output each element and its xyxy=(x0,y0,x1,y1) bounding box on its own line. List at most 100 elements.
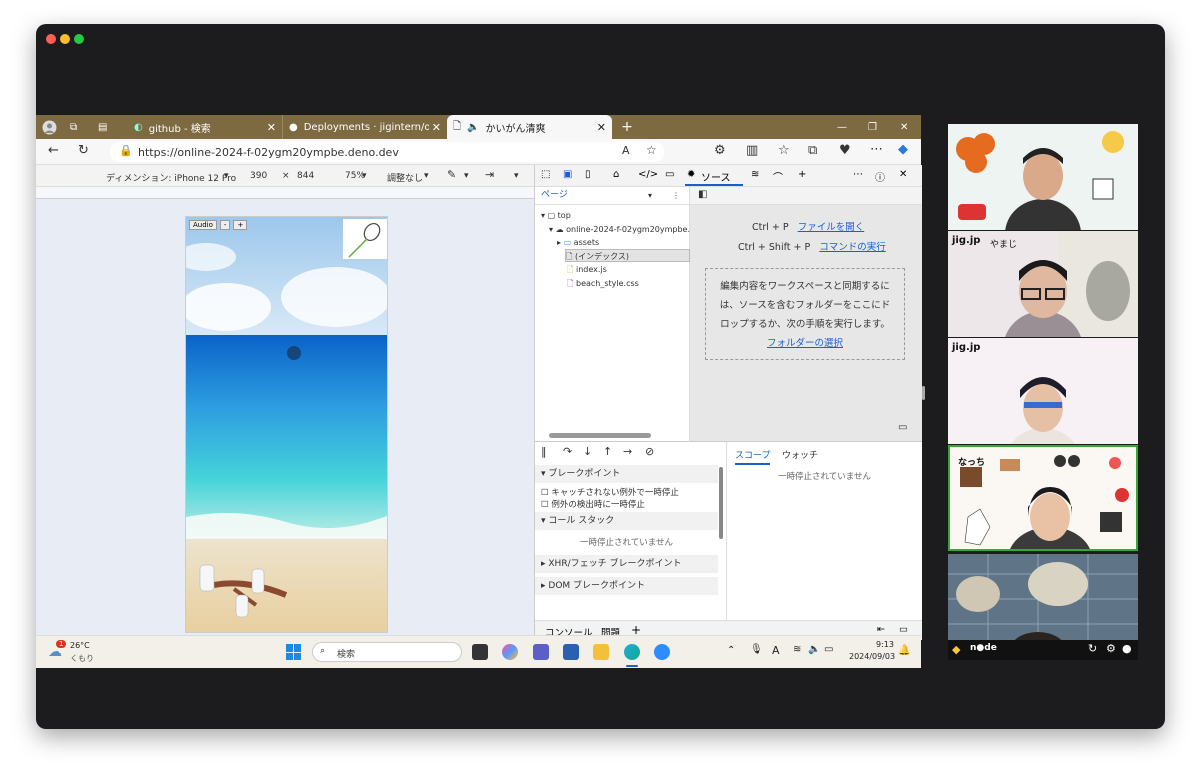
weather-widget[interactable]: ☁ 1 26°C くもり xyxy=(48,640,108,666)
tab-watch[interactable]: ウォッチ xyxy=(782,448,818,461)
rotate-icon[interactable]: ⇥ xyxy=(485,168,494,181)
tray-chevron-icon[interactable]: ⌃ xyxy=(727,645,735,656)
teams-icon[interactable] xyxy=(533,644,549,660)
height-input[interactable]: 844 xyxy=(297,171,314,181)
home-icon[interactable]: ⌂ xyxy=(613,169,619,180)
dom-header[interactable]: ▸ DOM ブレークポイント xyxy=(535,577,718,595)
width-input[interactable]: 390 xyxy=(250,171,267,181)
chevron-down-icon[interactable]: ▾ xyxy=(648,189,652,202)
console-icon[interactable]: ▭ xyxy=(665,169,674,180)
url-input[interactable]: 🔒 https://online-2024-f-02ygm20ympbe.den… xyxy=(110,142,664,162)
xhr-header[interactable]: ▸ XHR/フェッチ ブレークポイント xyxy=(535,555,718,573)
tree-css[interactable]: 🗋 beach_style.css xyxy=(567,277,639,290)
bp-caught-row[interactable]: ☐ 例外の検出時に一時停止 xyxy=(541,498,645,510)
breakpoints-header[interactable]: ▾ ブレークポイント xyxy=(535,465,718,483)
plus-button[interactable]: + xyxy=(233,220,248,230)
split-screen-icon[interactable]: ▥ xyxy=(746,143,758,158)
participant-tile[interactable]: ◆ n●de ↻ ⚙ ● xyxy=(948,554,1138,660)
close-tab-icon[interactable]: ✕ xyxy=(267,121,276,134)
close-tab-icon[interactable]: ✕ xyxy=(432,121,441,134)
horizontal-scrollbar[interactable] xyxy=(549,433,651,438)
device-select[interactable]: ディメンション: iPhone 12 Pro xyxy=(106,171,236,184)
task-view-icon[interactable] xyxy=(472,644,488,660)
page-tab[interactable]: ページ xyxy=(541,189,568,202)
panel-toggle-icon[interactable]: ▭ xyxy=(898,422,907,433)
tree-index[interactable]: 🗋 (インデックス) xyxy=(565,249,690,262)
more-icon[interactable]: ⋯ xyxy=(870,142,883,157)
vertical-scrollbar[interactable] xyxy=(719,467,723,539)
copilot-icon[interactable]: ◆ xyxy=(898,142,908,157)
windows-start-icon[interactable] xyxy=(286,644,302,660)
explorer-icon[interactable] xyxy=(593,644,609,660)
close-tab-icon[interactable]: ✕ xyxy=(597,121,606,134)
game-canvas[interactable]: Audio - + xyxy=(185,216,388,633)
workspaces-icon[interactable]: ⧉ xyxy=(64,115,92,139)
minimize-icon[interactable]: — xyxy=(831,115,853,139)
user-icon[interactable]: ● xyxy=(1122,642,1132,655)
search-box[interactable]: ⌕ 検索 xyxy=(312,642,462,662)
select-folder-link[interactable]: フォルダーの選択 xyxy=(767,338,843,349)
close-devtools-icon[interactable]: ✕ xyxy=(899,169,907,180)
audio-button[interactable]: Audio xyxy=(189,220,217,230)
tab-deployments[interactable]: ● Deployments · jigintern/online-20 ✕ xyxy=(282,115,447,139)
step-out-icon[interactable]: ↑ xyxy=(603,445,612,458)
zoom-icon[interactable] xyxy=(654,644,670,660)
pause-icon[interactable]: ‖ xyxy=(541,445,547,458)
open-file-link[interactable]: ファイルを開く xyxy=(798,222,865,233)
tree-top[interactable]: ▾ ▢ top xyxy=(541,209,571,222)
vertical-tabs-icon[interactable]: ▤ xyxy=(92,115,120,139)
heart-icon[interactable]: ♥ xyxy=(839,143,851,158)
participant-tile[interactable]: jig.jp やまじ xyxy=(948,231,1138,337)
callstack-header[interactable]: ▾ コール スタック xyxy=(535,512,718,530)
speaker-icon[interactable]: 🔈 xyxy=(808,644,820,655)
read-aloud-icon[interactable]: A xyxy=(622,144,630,157)
ime-icon[interactable]: A xyxy=(772,644,780,657)
device-icon[interactable]: ▣ xyxy=(563,169,572,180)
edge-icon[interactable] xyxy=(624,644,640,660)
tab-scope[interactable]: スコープ xyxy=(735,448,771,465)
drawer-toggle-icon[interactable]: ▭ xyxy=(899,624,908,635)
add-tab-icon[interactable]: + xyxy=(798,169,806,180)
copilot-app-icon[interactable] xyxy=(502,644,518,660)
battery-icon[interactable]: ▭ xyxy=(824,644,833,655)
dock-icon[interactable]: ▯ xyxy=(585,169,591,180)
refresh-icon[interactable]: ↻ xyxy=(78,143,89,158)
close-window-icon[interactable]: ✕ xyxy=(894,115,914,139)
tree-assets[interactable]: ▸ ▭ assets xyxy=(557,236,599,249)
more-vertical-icon[interactable]: ⋮ xyxy=(672,189,680,202)
restore-icon[interactable]: ❐ xyxy=(862,115,883,139)
tab-github-search[interactable]: ◐ github - 検索 ✕ xyxy=(120,115,282,139)
step-into-icon[interactable]: ↓ xyxy=(583,445,592,458)
tab-sources[interactable]: ソース xyxy=(701,169,731,184)
pen-icon[interactable]: ✎ xyxy=(447,168,456,181)
undock-icon[interactable]: ⇤ xyxy=(877,624,885,635)
elements-icon[interactable]: </> xyxy=(638,169,658,180)
clock-date[interactable]: 2024/09/03 xyxy=(849,652,895,661)
step-over-icon[interactable]: ↷ xyxy=(563,445,572,458)
clock-time[interactable]: 9:13 xyxy=(876,640,894,649)
participant-tile-active[interactable]: なっち xyxy=(948,445,1138,551)
bp-uncaught-row[interactable]: ☐ キャッチされない例外で一時停止 xyxy=(541,486,679,498)
inspect-icon[interactable]: ⬚ xyxy=(541,169,550,180)
step-icon[interactable]: → xyxy=(623,445,632,458)
deactivate-breakpoints-icon[interactable]: ⊘ xyxy=(645,445,654,458)
performance-icon[interactable]: ⌒ xyxy=(773,169,783,184)
more-icon[interactable]: ⋯ xyxy=(853,169,863,180)
notification-icon[interactable]: 🔔 xyxy=(898,645,910,656)
tab-kaigan[interactable]: 🗋 🔈 かいがん清爽 ✕ xyxy=(447,115,612,139)
settings-icon[interactable]: ⚙ xyxy=(1106,642,1116,655)
collections-icon[interactable]: ⧉ xyxy=(808,143,817,158)
profile-icon[interactable] xyxy=(36,115,64,139)
audio-icon[interactable]: 🔈 xyxy=(467,122,479,133)
new-tab-button[interactable]: + xyxy=(612,115,642,139)
toggle-navigator-icon[interactable]: ◧ xyxy=(698,189,707,200)
close-dot[interactable] xyxy=(46,34,56,44)
back-icon[interactable]: ← xyxy=(48,143,59,158)
refresh-icon[interactable]: ↻ xyxy=(1088,642,1097,655)
store-icon[interactable] xyxy=(563,644,579,660)
participant-tile[interactable] xyxy=(948,124,1138,230)
help-icon[interactable]: ⓘ xyxy=(875,169,885,184)
tree-indexjs[interactable]: 🗋 index.js xyxy=(567,263,607,276)
favorite-icon[interactable]: ☆ xyxy=(646,143,657,157)
network-icon[interactable]: ≋ xyxy=(751,169,759,180)
